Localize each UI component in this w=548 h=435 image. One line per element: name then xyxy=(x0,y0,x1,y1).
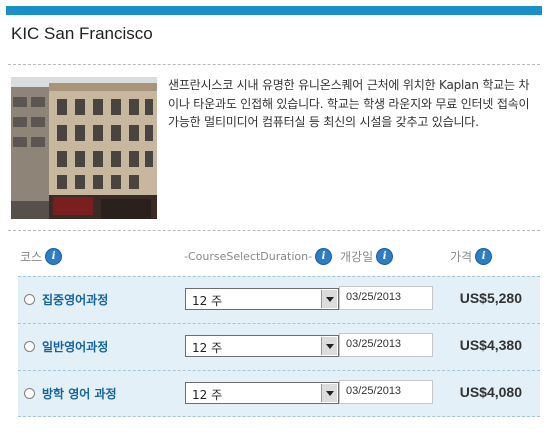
course-link[interactable]: 방학 영어 과정 xyxy=(42,385,117,402)
course-link[interactable]: 집중영어과정 xyxy=(42,291,108,308)
divider xyxy=(8,230,540,231)
start-date-field[interactable]: 03/25/2013 xyxy=(339,333,433,357)
course-link[interactable]: 일반영어과정 xyxy=(42,338,108,355)
price-value: US$5,280 xyxy=(459,290,522,306)
course-info-icon[interactable]: i xyxy=(45,248,63,265)
table-row: 방학 영어 과정 12 주 03/25/2013 US$4,080 xyxy=(18,370,540,417)
divider xyxy=(8,64,540,65)
start-date-info-icon[interactable]: i xyxy=(376,248,394,265)
price-info-icon[interactable]: i xyxy=(475,248,493,265)
price-value: US$4,380 xyxy=(459,337,522,353)
chevron-down-icon xyxy=(321,384,337,402)
duration-select[interactable]: 12 주 xyxy=(185,382,339,404)
school-building-photo xyxy=(11,77,157,219)
chevron-down-icon xyxy=(321,337,337,355)
divider xyxy=(18,416,540,417)
column-header-price: 가격 i xyxy=(450,248,493,265)
column-header-duration: -CourseSelectDuration- i xyxy=(184,248,333,265)
table-row: 집중영어과정 12 주 03/25/2013 US$5,280 xyxy=(18,276,540,323)
start-date-field[interactable]: 03/25/2013 xyxy=(339,286,433,310)
start-date-field[interactable]: 03/25/2013 xyxy=(339,380,433,404)
chevron-down-icon xyxy=(321,290,337,308)
course-price-table: 코스 i -CourseSelectDuration- i 개강일 i 가격 i… xyxy=(18,238,540,422)
course-radio[interactable] xyxy=(24,388,35,399)
page-title: KIC San Francisco xyxy=(11,24,153,43)
header-accent-bar xyxy=(6,6,542,15)
price-value: US$4,080 xyxy=(459,384,522,400)
duration-info-icon[interactable]: i xyxy=(315,248,333,265)
duration-select[interactable]: 12 주 xyxy=(185,335,339,357)
course-radio[interactable] xyxy=(24,341,35,352)
table-header: 코스 i -CourseSelectDuration- i 개강일 i 가격 i xyxy=(18,238,540,274)
school-description: 샌프란시스코 시내 유명한 유니온스퀘어 근처에 위치한 Kaplan 학교는 … xyxy=(168,78,530,129)
duration-select[interactable]: 12 주 xyxy=(185,288,339,310)
column-header-start-date: 개강일 i xyxy=(340,248,394,265)
course-radio[interactable] xyxy=(24,294,35,305)
table-row: 일반영어과정 12 주 03/25/2013 US$4,380 xyxy=(18,323,540,370)
column-header-course: 코스 i xyxy=(20,248,63,265)
